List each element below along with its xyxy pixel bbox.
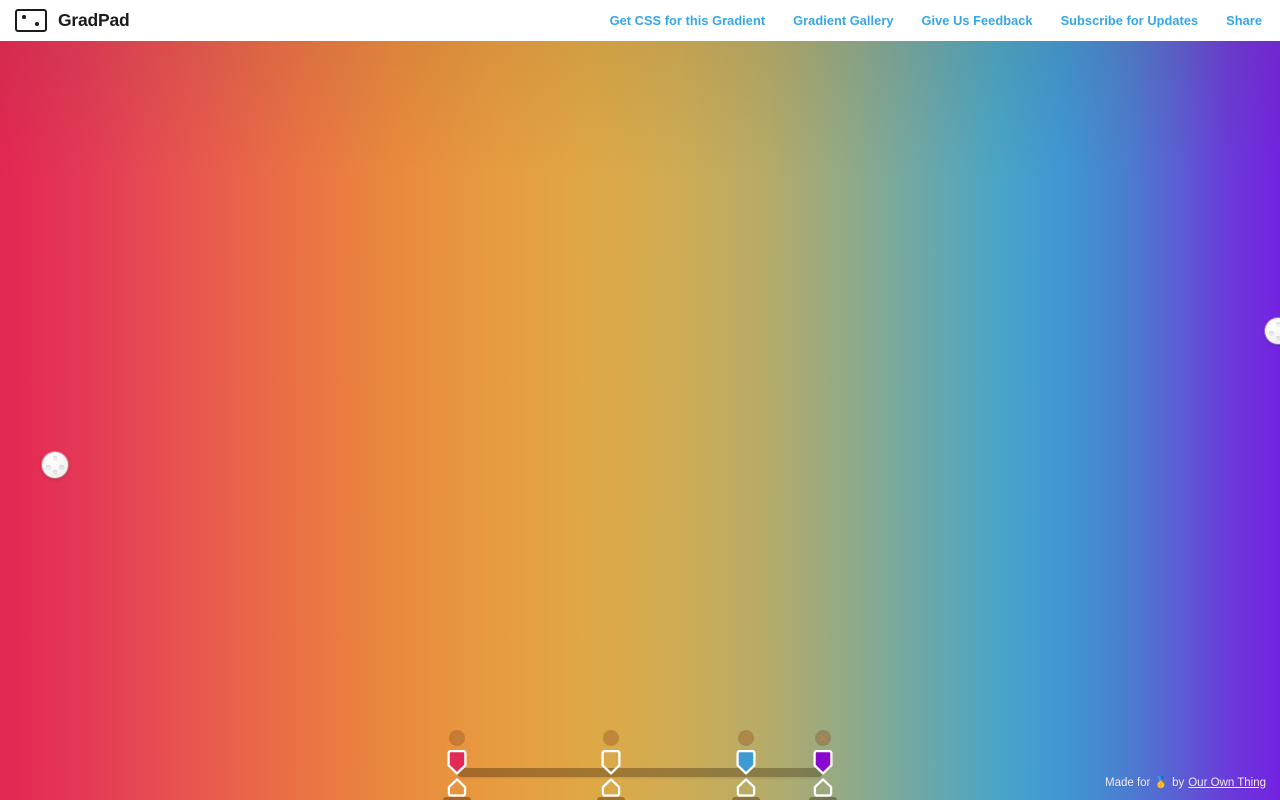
stop-color-swatch[interactable] <box>446 750 468 775</box>
nav-link-share[interactable]: Share <box>1212 13 1262 28</box>
stop-opacity-handle[interactable] <box>600 777 622 798</box>
remove-stop-top-button[interactable] <box>602 730 619 746</box>
app-root: GradPad Get CSS for this Gradient Gradie… <box>0 0 1280 800</box>
gradient-canvas[interactable]: 100100100100 <box>0 41 1280 800</box>
gradient-surface <box>0 41 1280 800</box>
nav-link-gallery[interactable]: Gradient Gallery <box>779 13 907 28</box>
main-nav: Get CSS for this Gradient Gradient Galle… <box>596 13 1280 28</box>
nav-link-get-css[interactable]: Get CSS for this Gradient <box>596 13 780 28</box>
stop-opacity-handle[interactable] <box>812 777 834 798</box>
medal-icon: 🥇 <box>1154 777 1169 789</box>
stop-color-swatch[interactable] <box>812 750 834 775</box>
remove-stop-top-button[interactable] <box>738 730 755 746</box>
remove-stop-top-button[interactable] <box>815 730 831 746</box>
gradpad-logo-icon <box>15 9 47 32</box>
stop-opacity-handle[interactable] <box>446 777 468 798</box>
angle-knob[interactable] <box>42 452 68 478</box>
stop-color-swatch[interactable] <box>600 750 622 775</box>
credit-by-text: by <box>1172 776 1185 789</box>
nav-link-subscribe[interactable]: Subscribe for Updates <box>1047 13 1213 28</box>
stop-opacity-handle[interactable] <box>735 777 757 798</box>
gradient-stops-editor: 100100100100 <box>440 689 840 800</box>
remove-stop-top-button[interactable] <box>449 730 465 746</box>
brand[interactable]: GradPad <box>0 9 130 32</box>
credit-made-for-text: Made for <box>1104 776 1151 789</box>
credit-link[interactable]: Our Own Thing <box>1188 777 1266 789</box>
brand-name: GradPad <box>58 10 130 30</box>
gradient-stop-track[interactable] <box>457 768 823 777</box>
footer-credit: Made for 🥇 by Our Own Thing <box>1104 776 1266 790</box>
nav-link-feedback[interactable]: Give Us Feedback <box>908 13 1047 28</box>
stop-color-swatch[interactable] <box>735 750 757 775</box>
app-header: GradPad Get CSS for this Gradient Gradie… <box>0 0 1280 41</box>
